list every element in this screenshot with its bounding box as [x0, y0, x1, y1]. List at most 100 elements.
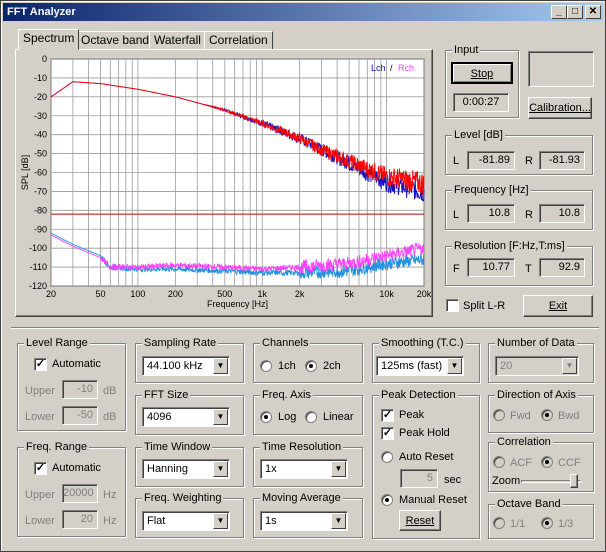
x-tick-label: 10k [379, 289, 394, 299]
level-lower-unit: dB [103, 411, 117, 423]
seconds-unit: sec [444, 474, 462, 486]
number-of-data-select[interactable]: 20 ▼ [495, 356, 579, 376]
sampling-rate-select[interactable]: 44.100 kHz ▼ [142, 356, 230, 376]
fft-size-label: FFT Size [142, 389, 191, 401]
level-lower-label: Lower [25, 411, 55, 423]
time-resolution-select[interactable]: 1x ▼ [260, 459, 348, 479]
maximize-button[interactable]: □ [567, 5, 583, 19]
freq-l-label: L [453, 209, 460, 221]
level-l-value: -81.89 [467, 151, 515, 170]
separator [11, 327, 599, 328]
peak-checkbox[interactable]: ✓ [381, 409, 394, 422]
freq-upper-input[interactable]: 20000 [62, 484, 98, 503]
res-t-value: 92.9 [539, 258, 585, 277]
channels-2ch-radio[interactable] [305, 360, 317, 372]
time-resolution-label: Time Resolution [260, 441, 344, 453]
y-tick-label: 0 [42, 54, 47, 64]
level-r-label: R [525, 155, 533, 167]
x-tick-label: 20 [46, 289, 56, 299]
input-label: Input [452, 44, 481, 56]
calibration-button[interactable]: Calibration... [528, 97, 592, 119]
y-tick-label: -60 [34, 168, 47, 178]
y-tick-label: -30 [34, 111, 47, 121]
split-lr-checkbox[interactable] [446, 299, 459, 312]
correlation-acf-label: ACF [510, 457, 532, 469]
res-f-value: 10.77 [467, 258, 515, 277]
fft-size-select[interactable]: 4096 ▼ [142, 407, 230, 427]
correlation-ccf-radio[interactable] [541, 456, 553, 468]
smoothing-select[interactable]: 125ms (fast) ▼ [376, 356, 464, 376]
moving-average-select[interactable]: 1s ▼ [260, 511, 348, 531]
octave-1-1-label: 1/1 [510, 518, 526, 530]
window-title: FFT Analyzer [7, 6, 76, 18]
tab-spectrum[interactable]: Spectrum [18, 29, 80, 50]
level-auto-checkbox[interactable]: ✓ [34, 358, 47, 371]
direction-fwd-label: Fwd [510, 410, 531, 422]
legend-lch: Lch [371, 63, 386, 73]
stop-button[interactable]: Stop [451, 62, 513, 84]
freq-axis-log-radio[interactable] [260, 411, 272, 423]
moving-average-value: 1s [265, 515, 277, 527]
level-lower-input[interactable]: -50 [62, 406, 98, 425]
level-upper-input[interactable]: -10 [62, 380, 98, 399]
octave-1-3-radio[interactable] [541, 517, 553, 529]
tab-octave-band[interactable]: Octave band [76, 31, 155, 49]
direction-bwd-radio[interactable] [541, 409, 553, 421]
close-button[interactable]: ✕ [585, 5, 601, 19]
tab-correlation[interactable]: Correlation [204, 31, 273, 49]
peak-hold-checkbox[interactable]: ✓ [381, 427, 394, 440]
freq-axis-linear-radio[interactable] [305, 411, 317, 423]
chevron-down-icon[interactable]: ▼ [213, 409, 228, 425]
chevron-down-icon[interactable]: ▼ [213, 513, 228, 529]
chevron-down-icon[interactable]: ▼ [331, 461, 346, 477]
exit-button[interactable]: Exit [523, 295, 593, 317]
level-r-value: -81.93 [539, 151, 585, 170]
chevron-down-icon[interactable]: ▼ [447, 358, 462, 374]
tab-waterfall[interactable]: Waterfall [149, 31, 206, 49]
x-tick-label: 5k [344, 289, 354, 299]
level-l-label: L [453, 155, 460, 167]
auto-reset-radio[interactable] [381, 451, 393, 463]
x-axis-label: Frequency [Hz] [207, 299, 268, 309]
octave-1-1-radio[interactable] [493, 517, 505, 529]
zoom-slider-thumb[interactable] [570, 474, 578, 488]
y-tick-label: -10 [34, 73, 47, 83]
direction-fwd-radio[interactable] [493, 409, 505, 421]
calibration-label: Calibration... [529, 102, 591, 114]
auto-reset-seconds-input[interactable]: 5 [400, 469, 438, 488]
time-window-value: Hanning [147, 463, 188, 475]
freq-weighting-select[interactable]: Flat ▼ [142, 511, 230, 531]
stop-label: Stop [470, 68, 494, 80]
sampling-rate-value: 44.100 kHz [147, 360, 203, 372]
y-tick-label: -70 [34, 186, 47, 196]
freq-auto-label: Automatic [52, 462, 101, 474]
channels-1ch-radio[interactable] [260, 360, 272, 372]
freq-lower-unit: Hz [103, 515, 117, 527]
chevron-down-icon[interactable]: ▼ [562, 358, 577, 374]
reset-button[interactable]: Reset [399, 510, 441, 531]
freq-axis-linear-label: Linear [323, 411, 354, 423]
auto-reset-label: Auto Reset [399, 451, 454, 463]
freq-range-label: Freq. Range [24, 441, 90, 453]
direction-bwd-label: Bwd [558, 410, 580, 422]
legend-rch: Rch [398, 63, 414, 73]
chevron-down-icon[interactable]: ▼ [213, 358, 228, 374]
minimize-button[interactable]: _ [551, 5, 567, 19]
chevron-down-icon[interactable]: ▼ [213, 461, 228, 477]
freq-weighting-value: Flat [147, 515, 166, 527]
level-range-label: Level Range [24, 337, 90, 349]
sampling-rate-label: Sampling Rate [142, 337, 219, 349]
freq-lower-label: Lower [25, 515, 55, 527]
smoothing-label: Smoothing (T.C.) [379, 337, 466, 349]
x-tick-label: 50 [95, 289, 105, 299]
freq-auto-checkbox[interactable]: ✓ [34, 462, 47, 475]
freq-lower-input[interactable]: 20 [62, 510, 98, 529]
time-window-select[interactable]: Hanning ▼ [142, 459, 230, 479]
manual-reset-radio[interactable] [381, 494, 393, 506]
chevron-down-icon[interactable]: ▼ [331, 513, 346, 529]
freq-axis-label: Freq. Axis [260, 389, 313, 401]
correlation-acf-radio[interactable] [493, 456, 505, 468]
freq-upper-unit: Hz [103, 489, 117, 501]
channels-label: Channels [260, 337, 311, 349]
peak-label: Peak [399, 409, 425, 421]
